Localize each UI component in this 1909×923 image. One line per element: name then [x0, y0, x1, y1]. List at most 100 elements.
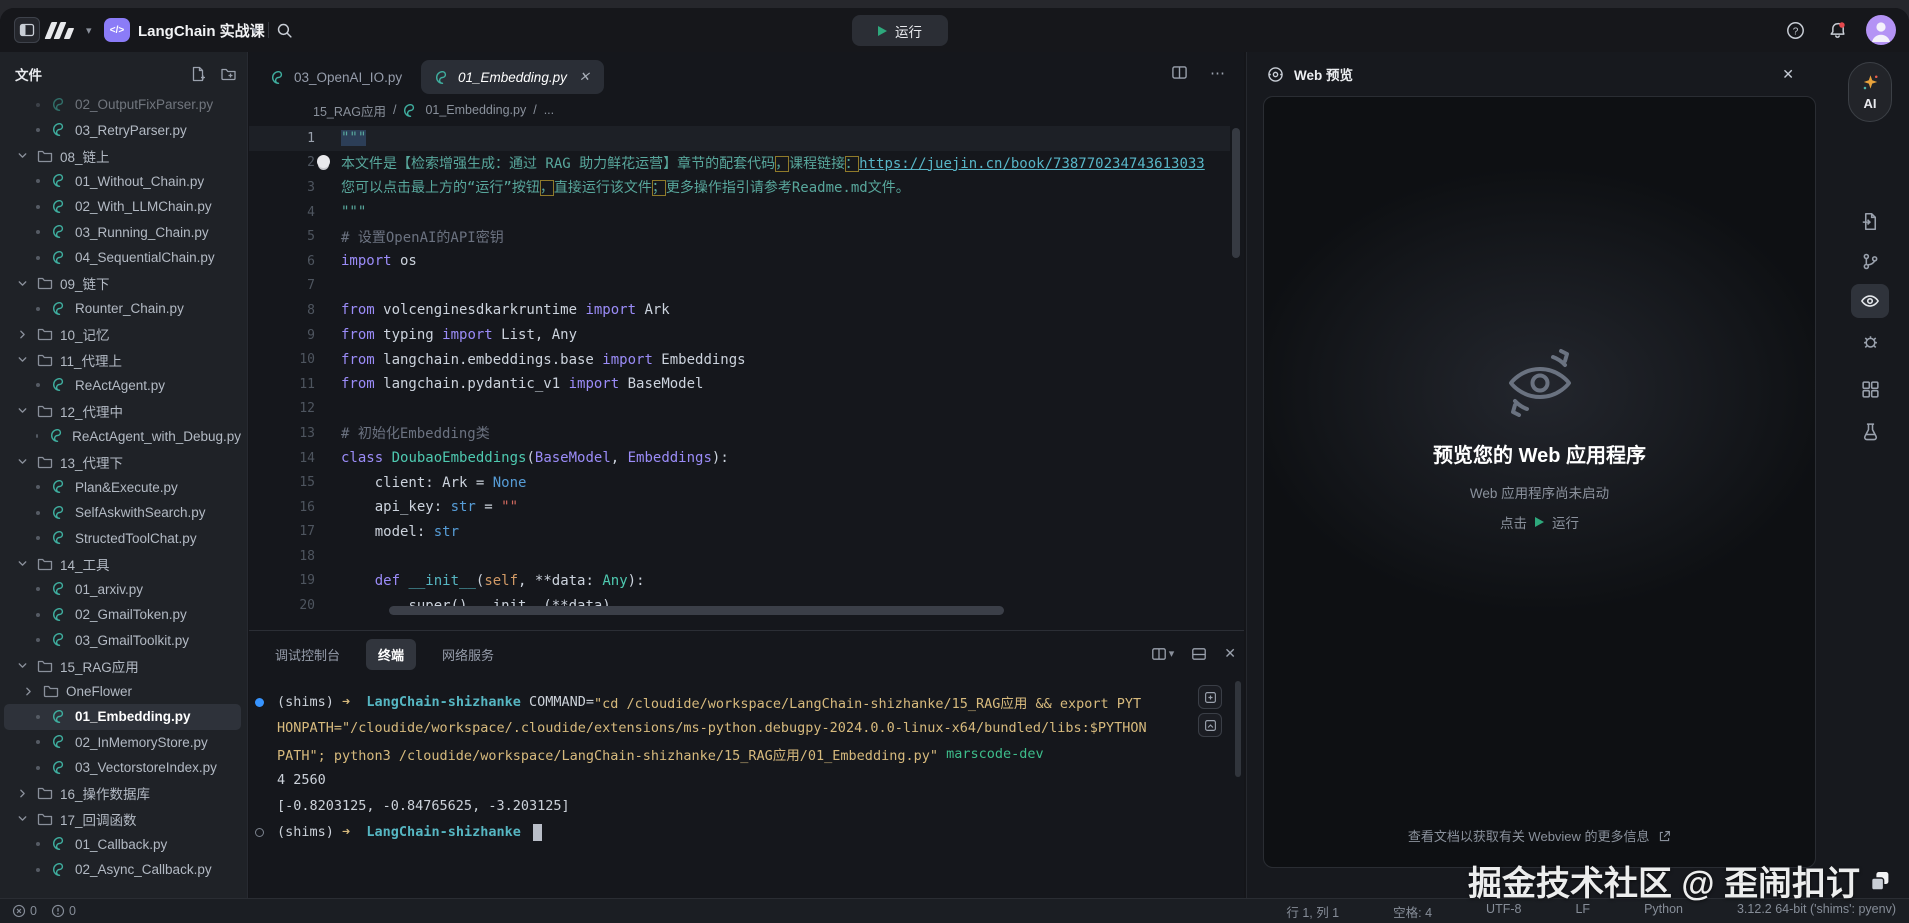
- tree-file-03_GmailToolkit.py[interactable]: 03_GmailToolkit.py: [4, 628, 241, 654]
- editor-horizontal-scrollbar[interactable]: [389, 606, 1004, 615]
- code-line-15[interactable]: 15 client: Ark = None: [249, 470, 1230, 495]
- tree-folder-13_代理下[interactable]: 13_代理下: [4, 449, 241, 475]
- tree-folder-12_代理中[interactable]: 12_代理中: [4, 398, 241, 424]
- tree-file-02_OutputFixParser.py[interactable]: 02_OutputFixParser.py: [4, 92, 241, 118]
- tree-file-ReActAgent.py[interactable]: ReActAgent.py: [4, 373, 241, 399]
- logo-chevron-down-icon[interactable]: ▾: [86, 8, 92, 52]
- more-actions-button[interactable]: ⋯: [1210, 64, 1226, 82]
- terminal-tab-网络服务[interactable]: 网络服务: [430, 639, 506, 670]
- tree-folder-16_操作数据库[interactable]: 16_操作数据库: [4, 781, 241, 807]
- terminal-tab-终端[interactable]: 终端: [366, 639, 416, 670]
- tree-folder-OneFlower[interactable]: OneFlower: [4, 679, 241, 705]
- terminal-secondary-button[interactable]: [1198, 713, 1222, 737]
- tree-file-02_InMemoryStore.py[interactable]: 02_InMemoryStore.py: [4, 730, 241, 756]
- status-problems[interactable]: 0 0: [0, 904, 76, 918]
- tree-file-ReActAgent_with_Debug.py[interactable]: ReActAgent_with_Debug.py: [4, 424, 241, 450]
- tree-file-03_RetryParser.py[interactable]: 03_RetryParser.py: [4, 118, 241, 144]
- tree-file-SelfAskwithSearch.py[interactable]: SelfAskwithSearch.py: [4, 500, 241, 526]
- tree-file-03_Running_Chain.py[interactable]: 03_Running_Chain.py: [4, 220, 241, 246]
- code-line-4[interactable]: 4""": [249, 200, 1230, 225]
- editor-tab-01_Embedding.py[interactable]: 01_Embedding.py✕: [421, 60, 604, 94]
- code-line-19[interactable]: 19 def __init__(self, **data: Any):: [249, 569, 1230, 594]
- breadcrumb-file[interactable]: 01_Embedding.py: [425, 103, 526, 117]
- tree-file-01_arxiv.py[interactable]: 01_arxiv.py: [4, 577, 241, 603]
- debug-icon[interactable]: [1851, 324, 1889, 358]
- new-file-button[interactable]: [190, 66, 206, 82]
- tree-file-02_Async_Callback.py[interactable]: 02_Async_Callback.py: [4, 857, 241, 883]
- code-line-2[interactable]: 2本文件是【检索增强生成：通过 RAG 助力鲜花运营】章节的配套代码，课程链接：…: [249, 151, 1230, 176]
- code-line-5[interactable]: 5# 设置OpenAI的API密钥: [249, 224, 1230, 249]
- lightbulb-icon[interactable]: [317, 155, 330, 168]
- project-title[interactable]: LangChain 实战课: [138, 8, 265, 52]
- close-panel-button[interactable]: ✕: [1224, 645, 1236, 662]
- extensions-icon[interactable]: [1851, 372, 1889, 406]
- code-line-8[interactable]: 8from volcenginesdkarkruntime import Ark: [249, 298, 1230, 323]
- tree-file-01_Embedding.py[interactable]: 01_Embedding.py: [4, 704, 241, 730]
- tree-file-02_With_LLMChain.py[interactable]: 02_With_LLMChain.py: [4, 194, 241, 220]
- marscode-logo[interactable]: [48, 8, 72, 52]
- help-button[interactable]: ?: [1786, 8, 1805, 52]
- split-editor-button[interactable]: [1171, 64, 1188, 82]
- indentation-status[interactable]: 空格: 4: [1393, 902, 1432, 921]
- code-line-11[interactable]: 11from langchain.pydantic_v1 import Base…: [249, 372, 1230, 397]
- terminal-scrollbar[interactable]: [1235, 681, 1241, 777]
- code-line-14[interactable]: 14class DoubaoEmbeddings(BaseModel, Embe…: [249, 446, 1230, 471]
- errors-status[interactable]: 0: [12, 904, 37, 918]
- sidebar-toggle-button[interactable]: [14, 17, 40, 43]
- tree-folder-09_链下[interactable]: 09_链下: [4, 271, 241, 297]
- file-export-icon[interactable]: [1851, 204, 1889, 238]
- tree-folder-11_代理上[interactable]: 11_代理上: [4, 347, 241, 373]
- code-line-3[interactable]: 3您可以点击最上方的“运行”按钮，直接运行该文件；更多操作指引请参考Readme…: [249, 175, 1230, 200]
- code-line-9[interactable]: 9from typing import List, Any: [249, 323, 1230, 348]
- tree-folder-15_RAG应用[interactable]: 15_RAG应用: [4, 653, 241, 679]
- code-line-13[interactable]: 13# 初始化Embedding类: [249, 421, 1230, 446]
- command-decoration-icon[interactable]: [255, 828, 264, 837]
- user-avatar[interactable]: [1866, 15, 1896, 45]
- tree-folder-17_回调函数[interactable]: 17_回调函数: [4, 806, 241, 832]
- hint-run-label[interactable]: 运行: [1552, 512, 1579, 532]
- code-line-17[interactable]: 17 model: str: [249, 520, 1230, 545]
- close-tab-icon[interactable]: ✕: [579, 69, 590, 85]
- breadcrumb-folder[interactable]: 15_RAG应用: [313, 101, 386, 120]
- tree-file-01_Without_Chain.py[interactable]: 01_Without_Chain.py: [4, 169, 241, 195]
- command-decoration-icon[interactable]: [255, 698, 264, 707]
- split-terminal-button[interactable]: ▾: [1151, 646, 1175, 662]
- webview-docs-link[interactable]: 查看文档以获取有关 Webview 的更多信息: [1264, 826, 1815, 845]
- project-chevron-down-icon[interactable]: ▾: [252, 8, 258, 52]
- code-line-1[interactable]: 1""": [249, 126, 1230, 151]
- code-line-6[interactable]: 6import os: [249, 249, 1230, 274]
- code-line-7[interactable]: 7: [249, 274, 1230, 299]
- tree-file-03_VectorstoreIndex.py[interactable]: 03_VectorstoreIndex.py: [4, 755, 241, 781]
- tree-folder-14_工具[interactable]: 14_工具: [4, 551, 241, 577]
- ai-assistant-button[interactable]: AI: [1848, 62, 1892, 122]
- terminal-tab-调试控制台[interactable]: 调试控制台: [263, 639, 352, 670]
- editor-vertical-scrollbar[interactable]: [1232, 128, 1240, 258]
- run-button[interactable]: 运行: [852, 15, 948, 46]
- tree-file-01_Callback.py[interactable]: 01_Callback.py: [4, 832, 241, 858]
- cursor-position-status[interactable]: 行 1, 列 1: [1286, 902, 1339, 921]
- git-branch-icon[interactable]: [1851, 244, 1889, 278]
- maximize-panel-button[interactable]: [1191, 646, 1207, 662]
- editor-tab-03_OpenAI_IO.py[interactable]: 03_OpenAI_IO.py: [257, 60, 416, 94]
- web-preview-icon[interactable]: [1851, 284, 1889, 318]
- close-preview-button[interactable]: ✕: [1782, 66, 1794, 83]
- code-line-12[interactable]: 12: [249, 397, 1230, 422]
- breadcrumb-more[interactable]: ...: [544, 103, 554, 117]
- tree-file-04_SequentialChain.py[interactable]: 04_SequentialChain.py: [4, 245, 241, 271]
- new-folder-button[interactable]: [220, 66, 237, 82]
- tree-folder-10_记忆[interactable]: 10_记忆: [4, 322, 241, 348]
- tree-file-Rounter_Chain.py[interactable]: Rounter_Chain.py: [4, 296, 241, 322]
- code-line-18[interactable]: 18: [249, 544, 1230, 569]
- breadcrumb[interactable]: 15_RAG应用 / 01_Embedding.py / ...: [313, 98, 554, 122]
- tree-file-StructedToolChat.py[interactable]: StructedToolChat.py: [4, 526, 241, 552]
- warnings-status[interactable]: 0: [51, 904, 76, 918]
- terminal-output[interactable]: (shims) ➜ LangChain-shizhanke COMMAND="c…: [249, 689, 1244, 923]
- tree-folder-08_链上[interactable]: 08_链上: [4, 143, 241, 169]
- code-line-16[interactable]: 16 api_key: str = "": [249, 495, 1230, 520]
- terminal-open-editor-button[interactable]: [1198, 685, 1222, 709]
- search-button[interactable]: [276, 8, 293, 52]
- tree-file-02_GmailToken.py[interactable]: 02_GmailToken.py: [4, 602, 241, 628]
- code-line-10[interactable]: 10from langchain.embeddings.base import …: [249, 347, 1230, 372]
- flask-icon[interactable]: [1851, 414, 1889, 448]
- tree-file-Plan&Execute.py[interactable]: Plan&Execute.py: [4, 475, 241, 501]
